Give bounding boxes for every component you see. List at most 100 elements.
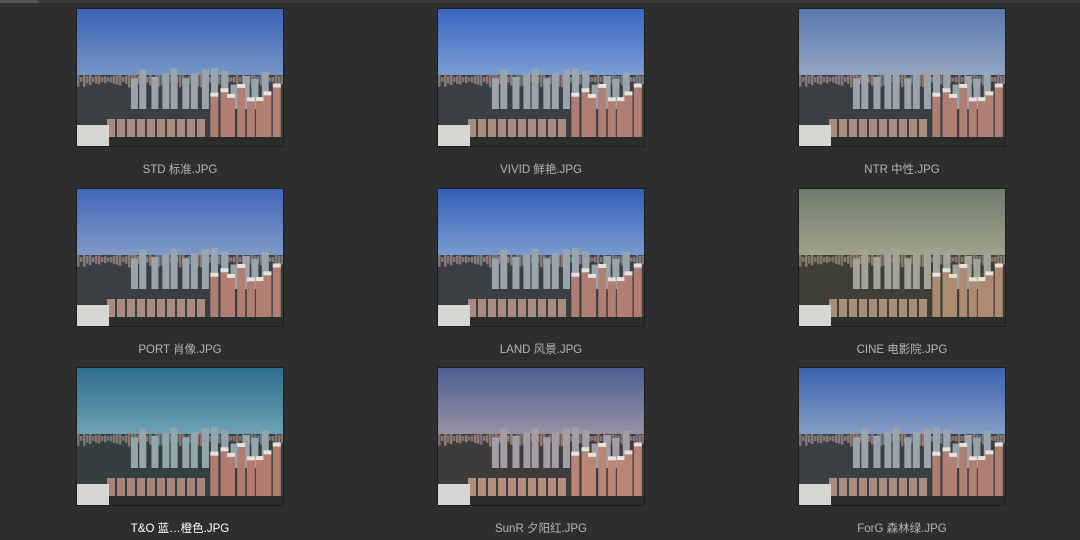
file-item[interactable]: ForG 森林绿.JPG (799, 368, 1005, 538)
file-name-label: PORT 肖像.JPG (138, 344, 222, 356)
distant-building (128, 73, 131, 88)
tower-building (139, 428, 147, 468)
image-thumbnail[interactable] (799, 368, 1005, 505)
low-block (558, 478, 566, 498)
brick-tower (977, 456, 986, 496)
file-name-label: NTR 中性.JPG (864, 164, 940, 176)
distant-building (844, 436, 847, 441)
distant-building (507, 435, 510, 442)
tower-building (904, 78, 912, 109)
tower-building (884, 432, 892, 468)
low-block (548, 119, 556, 139)
low-block (197, 478, 205, 498)
brick-tower (949, 452, 958, 496)
distant-building (471, 76, 474, 83)
distant-building (438, 432, 441, 446)
brick-tower (932, 272, 941, 317)
low-block (508, 299, 516, 319)
distant-building (811, 74, 814, 86)
image-thumbnail[interactable] (77, 9, 283, 146)
distant-building (447, 434, 450, 443)
distant-building (820, 434, 823, 444)
image-thumbnail[interactable] (799, 189, 1005, 326)
tree-line (109, 317, 283, 326)
tower-roof (588, 273, 597, 278)
distant-building (841, 74, 844, 86)
tower-building (190, 73, 198, 109)
image-thumbnail[interactable] (77, 368, 283, 505)
tower-building (912, 73, 920, 109)
distant-building (128, 253, 131, 268)
distant-building (802, 257, 805, 262)
brick-tower (210, 272, 219, 317)
distant-building (820, 255, 823, 265)
distant-building (456, 434, 459, 443)
tower-roof (227, 452, 236, 457)
distant-building (89, 74, 92, 86)
distant-building (600, 256, 603, 263)
tower-building (884, 73, 892, 109)
low-block (197, 119, 205, 139)
image-thumbnail[interactable] (438, 189, 644, 326)
distant-building (218, 255, 221, 265)
tower-building (852, 258, 860, 289)
distant-building (489, 253, 492, 268)
low-block (137, 478, 145, 498)
distant-building (113, 75, 116, 84)
image-thumbnail[interactable] (438, 368, 644, 505)
distant-building (113, 434, 116, 443)
low-block (147, 299, 155, 319)
brick-tower (588, 93, 597, 137)
brick-tower (272, 442, 281, 496)
low-block (919, 299, 927, 319)
tower-building (861, 249, 869, 289)
distant-building (447, 255, 450, 264)
distant-building (871, 74, 874, 86)
tower-building (491, 258, 499, 289)
distant-building (591, 77, 594, 82)
image-thumbnail[interactable] (799, 9, 1005, 146)
tower-building (923, 69, 931, 109)
image-thumbnail[interactable] (77, 189, 283, 326)
distant-building (940, 255, 943, 265)
distant-building (594, 435, 597, 442)
distant-building (639, 75, 642, 84)
file-item[interactable]: STD 标准.JPG (77, 9, 283, 179)
distant-building (80, 257, 83, 262)
tower-roof (968, 277, 977, 282)
white-building (77, 484, 109, 505)
file-item[interactable]: VIVID 鲜艳.JPG (438, 9, 644, 179)
low-block (488, 119, 496, 139)
tower-building (201, 428, 209, 468)
brick-tower (588, 273, 597, 317)
distant-building (940, 75, 943, 85)
distant-building (86, 75, 89, 84)
cityscape-image (438, 9, 644, 146)
distant-building (119, 433, 122, 445)
file-item[interactable]: CINE 电影院.JPG (799, 189, 1005, 359)
file-item[interactable]: T&O 蓝…橙色.JPG (77, 368, 283, 538)
tower-building (904, 437, 912, 468)
low-block (849, 478, 857, 498)
distant-building (119, 74, 122, 86)
file-item[interactable]: NTR 中性.JPG (799, 9, 1005, 179)
distant-building (462, 256, 465, 263)
file-item[interactable]: PORT 肖像.JPG (77, 189, 283, 359)
tower-building (512, 435, 520, 468)
tower-building (139, 249, 147, 289)
low-block (909, 478, 917, 498)
tree-line (831, 496, 1005, 505)
tower-roof (220, 268, 229, 273)
brick-tower (985, 450, 994, 496)
brick-tower (227, 452, 236, 496)
tower-building (500, 69, 508, 109)
tower-roof (220, 447, 229, 452)
tower-roof (633, 442, 642, 447)
distant-building (233, 76, 236, 83)
file-item[interactable]: LAND 风景.JPG (438, 189, 644, 359)
distant-building (281, 434, 283, 444)
distant-building (218, 434, 221, 444)
image-thumbnail[interactable] (438, 9, 644, 146)
file-item[interactable]: SunR 夕阳红.JPG (438, 368, 644, 538)
low-block (478, 478, 486, 498)
